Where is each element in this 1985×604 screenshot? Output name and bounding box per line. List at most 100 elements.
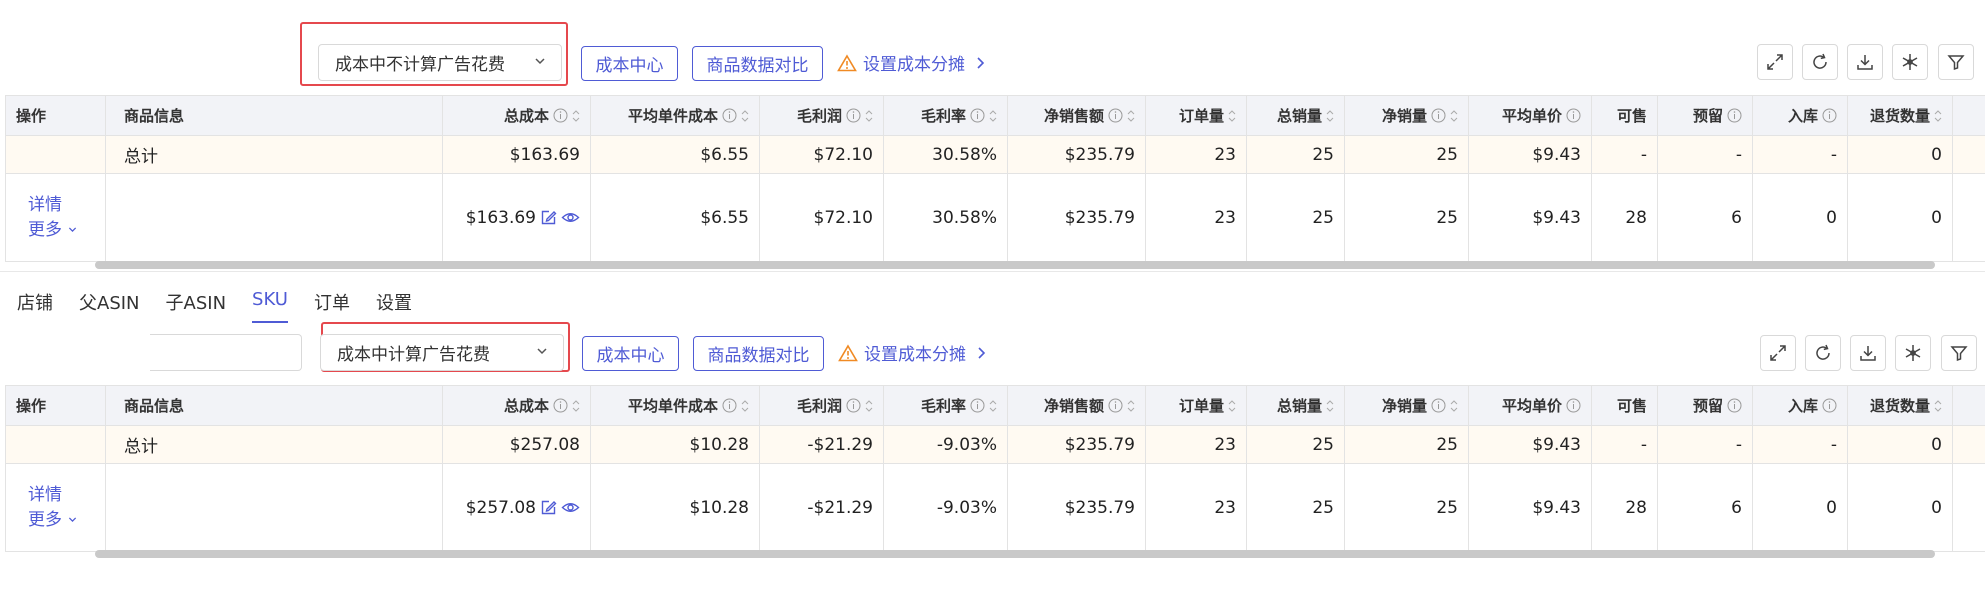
col-header-orders[interactable]: 订单量 [1145,95,1247,136]
eye-icon[interactable] [561,209,580,226]
table-row: 详情 更多 $257.08 $10.28 -$21.29 -9.03% $235… [5,463,1985,552]
row-profit: -$21.29 [759,463,884,552]
col-header-orders[interactable]: 订单量 [1145,385,1247,426]
sort-icon [1228,399,1236,412]
tab-settings[interactable]: 设置 [376,289,412,315]
total-returns: 0 [1847,425,1953,464]
edit-icon[interactable] [540,209,557,226]
row-returns: 0 [1847,173,1953,262]
horizontal-scrollbar-1[interactable] [95,261,1935,269]
search-input-partial[interactable] [150,334,302,371]
total-reserved: - [1657,135,1753,174]
total-sales: $235.79 [1007,135,1146,174]
cost-mode-select-2[interactable]: 成本中计算广告花费 [320,334,564,371]
row-margin: -9.03% [883,463,1008,552]
info-icon [722,398,737,413]
download-button-1[interactable] [1847,44,1883,80]
col-header-returns[interactable]: 退货数量 [1847,385,1953,426]
view-tabs: 店铺 父ASIN 子ASIN SKU 订单 设置 [17,289,438,323]
filter-button-2[interactable] [1941,335,1977,371]
allocate-link-2[interactable]: 设置成本分摊 [838,340,988,365]
chevron-right-icon [978,346,986,359]
download-button-2[interactable] [1850,335,1886,371]
total-row: 总计 $163.69 $6.55 $72.10 30.58% $235.79 2… [5,135,1985,174]
total-margin: 30.58% [883,135,1008,174]
info-icon [970,108,985,123]
total-label: 总计 [124,147,158,167]
info-icon [722,108,737,123]
info-icon [846,398,861,413]
expand-button-2[interactable] [1760,335,1796,371]
refresh-button-1[interactable] [1802,44,1838,80]
col-header-units[interactable]: 总销量 [1246,385,1345,426]
product-info-redacted [105,173,443,262]
download-icon [1860,346,1876,361]
info-icon [1108,398,1123,413]
tab-orders[interactable]: 订单 [314,289,350,315]
row-reserved: 6 [1657,463,1753,552]
product-table-2: 操作 商品信息 总成本 平均单件成本 毛利润 毛利率 净销售额 订单量 总销量 … [5,385,1985,552]
tab-parent-asin[interactable]: 父ASIN [79,289,140,315]
compare-button-1[interactable]: 商品数据对比 [692,46,823,81]
info-icon [1727,108,1742,123]
warning-icon [837,53,857,71]
total-reserved: - [1657,425,1753,464]
col-header-sales[interactable]: 净销售额 [1007,385,1146,426]
info-icon [970,398,985,413]
eye-icon[interactable] [561,499,580,516]
total-margin: -9.03% [883,425,1008,464]
refresh-button-2[interactable] [1805,335,1841,371]
table-header-row: 操作 商品信息 总成本 平均单件成本 毛利润 毛利率 净销售额 订单量 总销量 … [5,385,1985,426]
row-unit-cost: $10.28 [590,463,760,552]
horizontal-scrollbar-2[interactable] [95,550,1935,558]
more-dropdown[interactable]: 更多 [16,508,95,533]
allocate-label: 设置成本分摊 [863,55,965,75]
col-header-net-units[interactable]: 净销量 [1344,95,1469,136]
row-returns: 0 [1847,463,1953,552]
col-header-unit-cost[interactable]: 平均单件成本 [590,95,760,136]
tab-sku[interactable]: SKU [252,289,288,323]
refresh-icon [1816,344,1830,360]
sort-icon [741,399,749,412]
expand-icon [1767,54,1783,70]
edit-icon[interactable] [540,499,557,516]
row-avg-price: $9.43 [1468,173,1592,262]
chevron-right-icon [977,56,985,69]
cost-center-button-1[interactable]: 成本中心 [581,46,678,81]
cost-mode-select-1[interactable]: 成本中不计算广告花费 [318,44,562,81]
tab-child-asin[interactable]: 子ASIN [166,289,227,315]
col-header-reserved: 预留 [1657,95,1753,136]
sort-icon [989,109,997,122]
col-header-units[interactable]: 总销量 [1246,95,1345,136]
allocate-link-1[interactable]: 设置成本分摊 [837,50,987,75]
sort-icon [572,399,580,412]
col-header-profit[interactable]: 毛利润 [759,95,884,136]
filter-button-1[interactable] [1938,44,1974,80]
expand-button-1[interactable] [1757,44,1793,80]
freeze-button-1[interactable] [1892,44,1928,80]
col-header-cost[interactable]: 总成本 [442,385,591,426]
compare-button-2[interactable]: 商品数据对比 [693,336,824,371]
total-units: 25 [1246,425,1345,464]
col-header-margin[interactable]: 毛利率 [883,95,1008,136]
detail-link[interactable]: 详情 [16,193,95,218]
col-header-unit-cost[interactable]: 平均单件成本 [590,385,760,426]
col-header-margin[interactable]: 毛利率 [883,385,1008,426]
sort-icon [1934,399,1942,412]
more-dropdown[interactable]: 更多 [16,218,95,243]
col-header-sales[interactable]: 净销售额 [1007,95,1146,136]
freeze-button-2[interactable] [1895,335,1931,371]
info-icon [1727,398,1742,413]
sort-icon [1326,109,1334,122]
tab-store[interactable]: 店铺 [17,289,53,315]
detail-link[interactable]: 详情 [16,483,95,508]
cost-center-button-2[interactable]: 成本中心 [582,336,679,371]
row-sales: $235.79 [1007,173,1146,262]
col-header-action: 操作 [5,385,106,426]
col-header-net-units[interactable]: 净销量 [1344,385,1469,426]
col-header-profit[interactable]: 毛利润 [759,385,884,426]
col-header-returns[interactable]: 退货数量 [1847,95,1953,136]
total-inbound: - [1752,425,1848,464]
col-header-cost[interactable]: 总成本 [442,95,591,136]
info-icon [553,108,568,123]
